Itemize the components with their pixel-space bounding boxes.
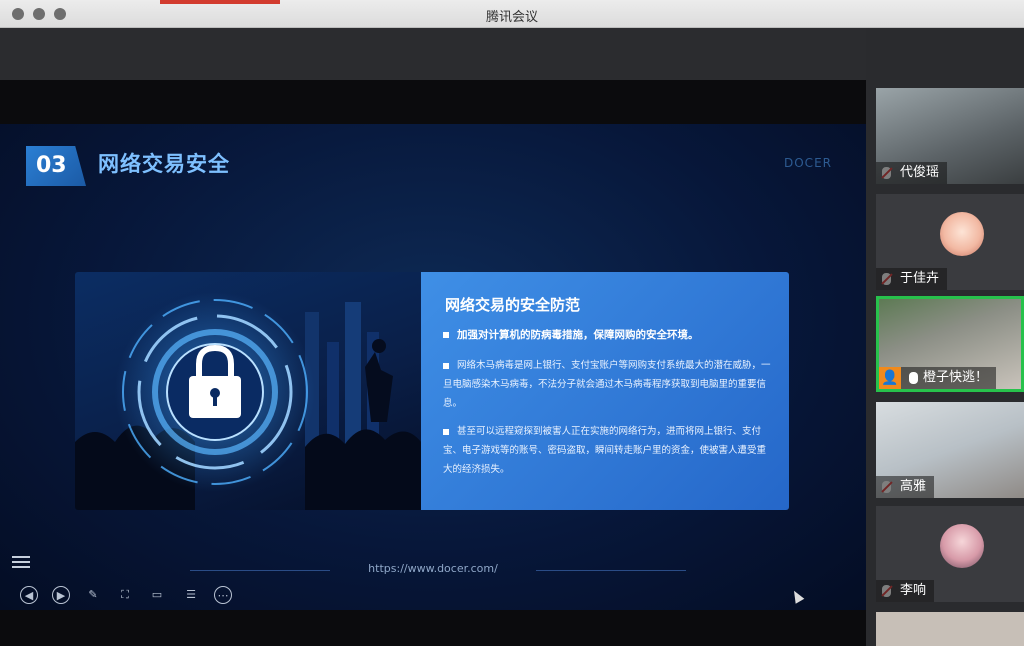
pen-icon[interactable]: ✎: [84, 586, 102, 604]
participant-name: 高雅: [876, 476, 935, 498]
slide-brand: DOCER: [784, 156, 832, 170]
participant-name: 李响: [876, 580, 935, 602]
bullet-text: 甚至可以远程窥探到被害人正在实施的网络行为，进而将网上银行、支付宝、电子游戏等的…: [443, 426, 767, 475]
card-text-panel: 网络交易的安全防范 加强对计算机的防病毒措施，保障网购的安全环境。 网络木马病毒…: [421, 272, 789, 510]
prev-icon[interactable]: ◀: [20, 586, 38, 604]
lock-icon: [75, 292, 421, 510]
participant-list: 代俊瑶 于佳卉 👤 橙子快逃！ 高雅 李响: [866, 28, 1024, 646]
mouse-cursor-icon: [789, 588, 805, 604]
play-icon[interactable]: ▶: [52, 586, 70, 604]
slide-title: 网络交易安全: [98, 152, 230, 176]
slide-number: 03: [26, 146, 86, 186]
bullet-text: 加强对计算机的防病毒措施，保障网购的安全环境。: [457, 329, 699, 341]
slide-url: https://www.docer.com/: [368, 562, 498, 575]
content-card: 网络交易的安全防范 加强对计算机的防病毒措施，保障网购的安全环境。 网络木马病毒…: [75, 272, 789, 510]
comment-icon[interactable]: ☰: [182, 586, 200, 604]
participant-tile[interactable]: 李响: [876, 506, 1024, 602]
participant-tile[interactable]: 于佳卉: [876, 194, 1024, 290]
participant-name: 代俊瑶: [876, 162, 948, 184]
participant-tile[interactable]: [876, 612, 1024, 646]
card-heading: 网络交易的安全防范: [445, 296, 581, 314]
window-title: 腾讯会议: [485, 10, 538, 25]
participant-tile-active[interactable]: 👤 橙子快逃！: [876, 296, 1024, 392]
slide-menu-icon[interactable]: [12, 556, 30, 570]
bullet-item: 甚至可以远程窥探到被害人正在实施的网络行为，进而将网上银行、支付宝、电子游戏等的…: [443, 422, 773, 479]
share-toolbar-area: [0, 28, 866, 80]
screen-icon[interactable]: ⛶: [116, 586, 134, 604]
participant-tile[interactable]: 代俊瑶: [876, 88, 1024, 184]
camera-icon[interactable]: ▭: [148, 586, 166, 604]
presentation-slide: 03 网络交易安全 DOCER 网络交易的安全防范 加强对计算机的防病毒措施，保…: [0, 124, 866, 610]
participant-name: 于佳卉: [876, 268, 948, 290]
bullet-text: 网络木马病毒是网上银行、支付宝账户等网购支付系统最大的潜在威胁，一旦电脑感染木马…: [443, 360, 771, 409]
bullet-item: 加强对计算机的防病毒措施，保障网购的安全环境。: [443, 326, 699, 345]
bullet-square-icon: [443, 428, 449, 435]
bullet-square-icon: [443, 332, 449, 338]
security-illustration: [75, 272, 421, 510]
window-titlebar: 腾讯会议: [0, 0, 1024, 28]
browser-tab-strip: [160, 0, 280, 4]
user-icon: 👤: [879, 367, 901, 389]
bullet-item: 网络木马病毒是网上银行、支付宝账户等网购支付系统最大的潜在威胁，一旦电脑感染木马…: [443, 356, 773, 413]
participant-tile[interactable]: 高雅: [876, 402, 1024, 498]
bullet-square-icon: [443, 362, 449, 369]
shared-screen: 03 网络交易安全 DOCER 网络交易的安全防范 加强对计算机的防病毒措施，保…: [0, 28, 866, 646]
more-icon[interactable]: ⋯: [214, 586, 232, 604]
avatar: [940, 212, 984, 256]
avatar: [940, 524, 984, 568]
mic-icon: [909, 372, 918, 384]
